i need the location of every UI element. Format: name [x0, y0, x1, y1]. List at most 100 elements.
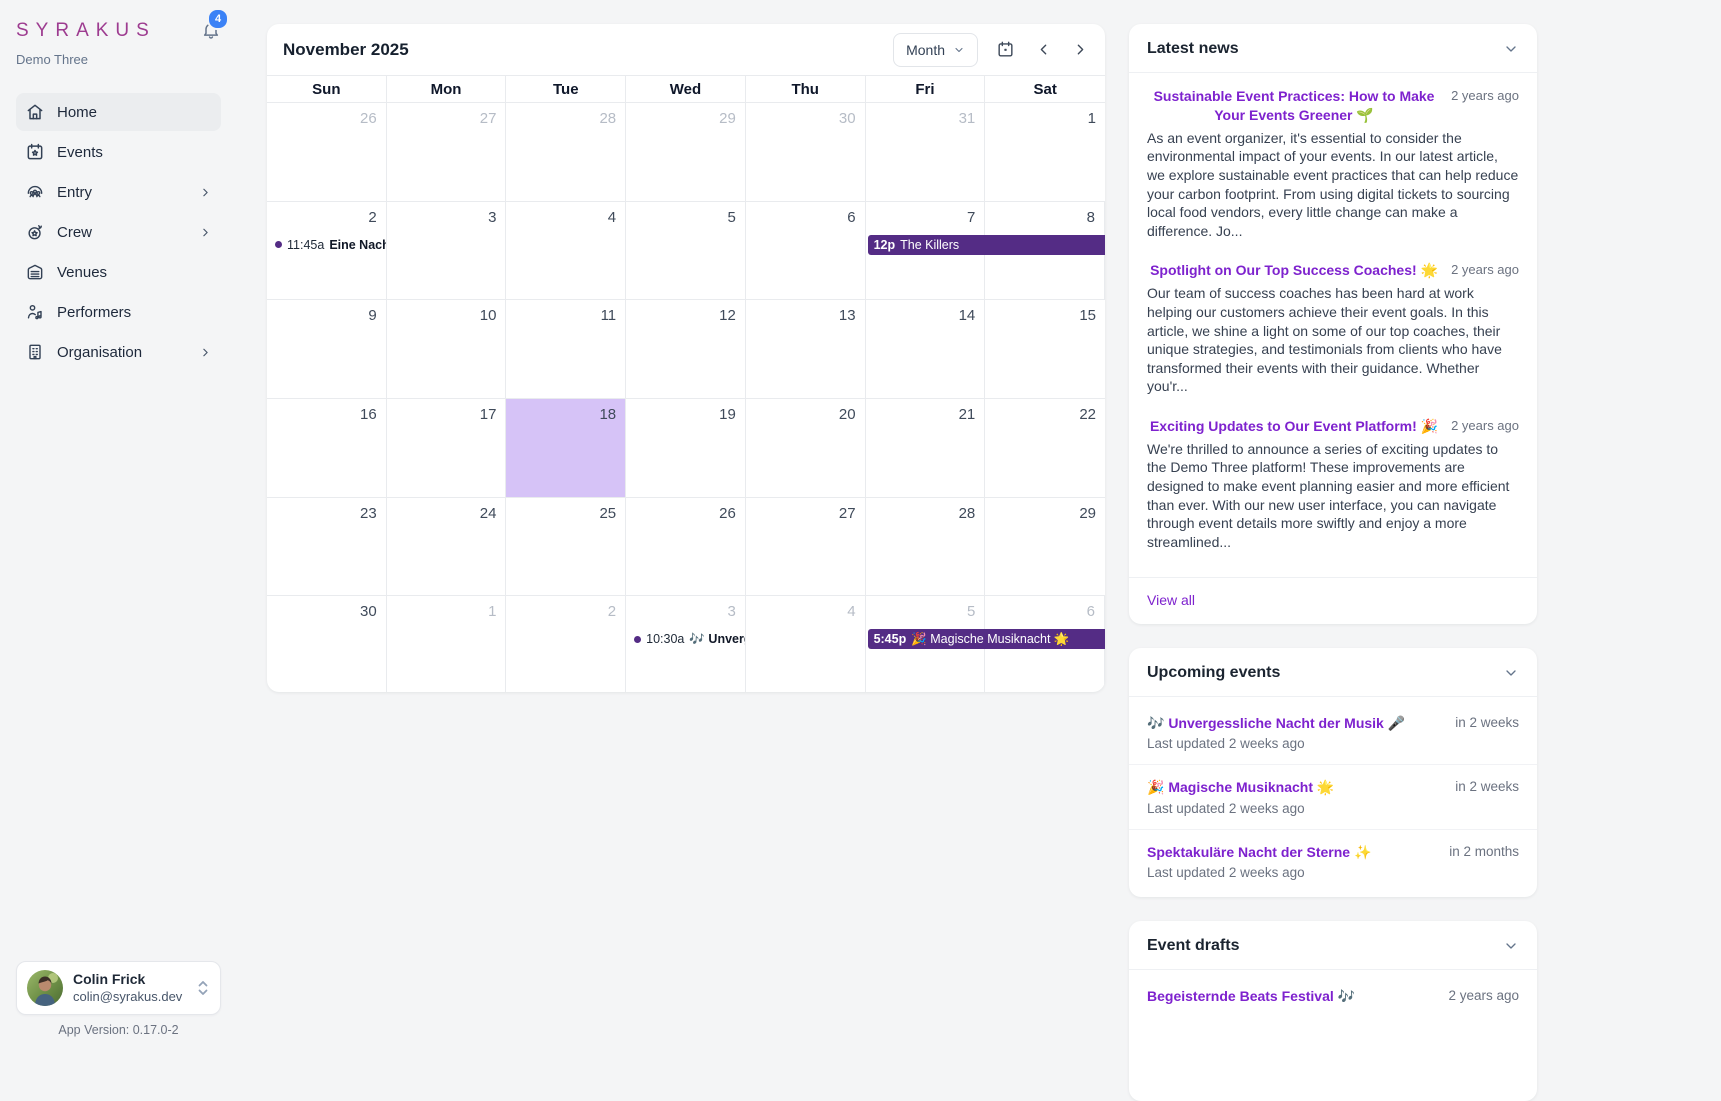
calendar-event-bar[interactable]: 5:45p🎉 Magische Musiknacht 🌟 — [868, 629, 1105, 649]
chevron-right-icon — [1072, 41, 1089, 58]
calendar-event[interactable]: 10:30a 🎶 Unvergessliche Nacht der Musik … — [628, 629, 745, 649]
event-time: 12p — [874, 238, 896, 252]
calendar-cell[interactable]: 12 — [626, 300, 746, 398]
calendar-cell[interactable]: 16 — [267, 399, 387, 497]
event-draft-title[interactable]: Begeisternde Beats Festival 🎶 — [1147, 988, 1355, 1004]
upcoming-event-title[interactable]: 🎉 Magische Musiknacht 🌟 — [1147, 779, 1334, 795]
sidebar-item-entry[interactable]: Entry — [16, 173, 221, 211]
upcoming-event-main: 🎶 Unvergessliche Nacht der Musik 🎤 Last … — [1147, 714, 1445, 752]
calendar-cell[interactable]: 29 — [985, 498, 1105, 596]
calendar-event[interactable]: 11:45a Eine Nacht — [269, 235, 386, 255]
sidebar-item-performers[interactable]: Performers — [16, 293, 221, 331]
day-number: 17 — [393, 404, 497, 425]
chevron-left-icon — [1035, 41, 1052, 58]
day-number: 8 — [991, 207, 1095, 228]
sidebar-item-venues[interactable]: Venues — [16, 253, 221, 291]
sidebar-item-events[interactable]: Events — [16, 133, 221, 171]
news-item-title[interactable]: Spotlight on Our Top Success Coaches! 🌟 — [1147, 261, 1441, 280]
calendar-cell[interactable]: 26 — [626, 498, 746, 596]
weekday-label: Fri — [866, 76, 986, 102]
calendar-cell[interactable]: 13 — [746, 300, 866, 398]
calendar-cell[interactable]: 6 — [746, 202, 866, 300]
workspace-name: Demo Three — [16, 52, 221, 67]
calendar-cell[interactable]: 20 — [746, 399, 866, 497]
notifications-button[interactable]: 4 — [201, 20, 221, 40]
event-title: 🎉 Magische Musiknacht 🌟 — [911, 632, 1069, 647]
latest-news-header: Latest news — [1129, 24, 1537, 73]
calendar-cell[interactable]: 1 — [985, 103, 1105, 201]
upcoming-events-list: 🎶 Unvergessliche Nacht der Musik 🎤 Last … — [1129, 697, 1537, 898]
prev-month-button[interactable] — [1033, 39, 1054, 60]
view-all-link[interactable]: View all — [1147, 592, 1195, 608]
sidebar-item-crew[interactable]: Crew — [16, 213, 221, 251]
upcoming-event-title[interactable]: 🎶 Unvergessliche Nacht der Musik 🎤 — [1147, 715, 1405, 731]
calendar-cell[interactable]: 4 — [506, 202, 626, 300]
event-time: 11:45a — [287, 238, 324, 252]
calendar-cell[interactable]: 3 10:30a 🎶 Unvergessliche Nacht der Musi… — [626, 596, 746, 692]
calendar-cell[interactable]: 30 — [746, 103, 866, 201]
calendar-cell[interactable]: 21 — [866, 399, 986, 497]
chevron-right-icon — [199, 186, 212, 199]
crew-badge-icon — [25, 222, 45, 242]
chevron-down-icon[interactable] — [1503, 41, 1519, 57]
calendar-cell[interactable]: 26 — [267, 103, 387, 201]
calendar-cell[interactable]: 30 — [267, 596, 387, 692]
calendar-cell[interactable]: 4 — [746, 596, 866, 692]
calendar-cell[interactable]: 25 — [506, 498, 626, 596]
calendar-cell[interactable]: 14 — [866, 300, 986, 398]
sidebar-item-organisation[interactable]: Organisation — [16, 333, 221, 371]
calendar-cell[interactable]: 31 — [866, 103, 986, 201]
day-number: 4 — [752, 601, 856, 622]
day-number: 28 — [512, 108, 616, 129]
sidebar: SYRAKUS 4 Demo Three Home Events Entry C… — [0, 0, 237, 1047]
event-drafts-card: Event drafts Begeisternde Beats Festival… — [1129, 921, 1537, 1101]
calendar-cell[interactable]: 19 — [626, 399, 746, 497]
calendar-cell[interactable]: 17 — [387, 399, 507, 497]
calendar-cell-today[interactable]: 18 — [506, 399, 626, 497]
day-number: 10 — [393, 305, 497, 326]
calendar-cell[interactable]: 28 — [866, 498, 986, 596]
day-number: 29 — [632, 108, 736, 129]
calendar-cell[interactable]: 29 — [626, 103, 746, 201]
today-button[interactable] — [994, 38, 1017, 61]
news-item-body: As an event organizer, it's essential to… — [1147, 129, 1519, 241]
view-selector[interactable]: Month — [893, 33, 978, 67]
calendar-cell[interactable]: 3 — [387, 202, 507, 300]
performers-icon — [25, 302, 45, 322]
calendar-week-row: 30 1 2 3 10:30a 🎶 Unvergessliche Nacht d… — [267, 596, 1105, 692]
event-drafts-list: Begeisternde Beats Festival 🎶 2 years ag… — [1129, 970, 1537, 1024]
calendar-cell[interactable]: 15 — [985, 300, 1105, 398]
calendar-week-row: 9 10 11 12 13 14 15 — [267, 300, 1105, 399]
user-menu[interactable]: Colin Frick colin@syrakus.dev — [16, 961, 221, 1015]
sidebar-item-label: Home — [57, 104, 212, 121]
sidebar-item-label: Venues — [57, 264, 212, 281]
calendar-week-row: 16 17 18 19 20 21 22 — [267, 399, 1105, 498]
calendar-cell[interactable]: 27 — [746, 498, 866, 596]
chevron-down-icon[interactable] — [1503, 938, 1519, 954]
calendar-cell[interactable]: 9 — [267, 300, 387, 398]
calendar-cell[interactable]: 11 — [506, 300, 626, 398]
sidebar-item-home[interactable]: Home — [16, 93, 221, 131]
calendar-cell[interactable]: 1 — [387, 596, 507, 692]
news-item-title[interactable]: Exciting Updates to Our Event Platform! … — [1147, 417, 1441, 436]
upcoming-event-title[interactable]: Spektakuläre Nacht der Sterne ✨ — [1147, 844, 1371, 860]
chevron-right-icon — [199, 346, 212, 359]
chevron-down-icon[interactable] — [1503, 665, 1519, 681]
calendar-cell[interactable]: 5 — [626, 202, 746, 300]
calendar-cell[interactable]: 27 — [387, 103, 507, 201]
chevron-right-icon — [199, 226, 212, 239]
calendar-cell[interactable]: 22 — [985, 399, 1105, 497]
calendar-cell[interactable]: 23 — [267, 498, 387, 596]
calendar-week-row: 23 24 25 26 27 28 29 — [267, 498, 1105, 597]
notification-badge: 4 — [207, 8, 229, 30]
calendar-event-bar[interactable]: 12pThe Killers — [868, 235, 1105, 255]
calendar-cell[interactable]: 28 — [506, 103, 626, 201]
news-item-title[interactable]: Sustainable Event Practices: How to Make… — [1147, 87, 1441, 125]
calendar-cell[interactable]: 2 — [506, 596, 626, 692]
calendar-cell[interactable]: 10 — [387, 300, 507, 398]
upcoming-events-title: Upcoming events — [1147, 664, 1280, 682]
calendar-cell[interactable]: 2 11:45a Eine Nacht — [267, 202, 387, 300]
calendar-cell[interactable]: 24 — [387, 498, 507, 596]
news-item: Spotlight on Our Top Success Coaches! 🌟 … — [1147, 261, 1519, 396]
next-month-button[interactable] — [1070, 39, 1091, 60]
